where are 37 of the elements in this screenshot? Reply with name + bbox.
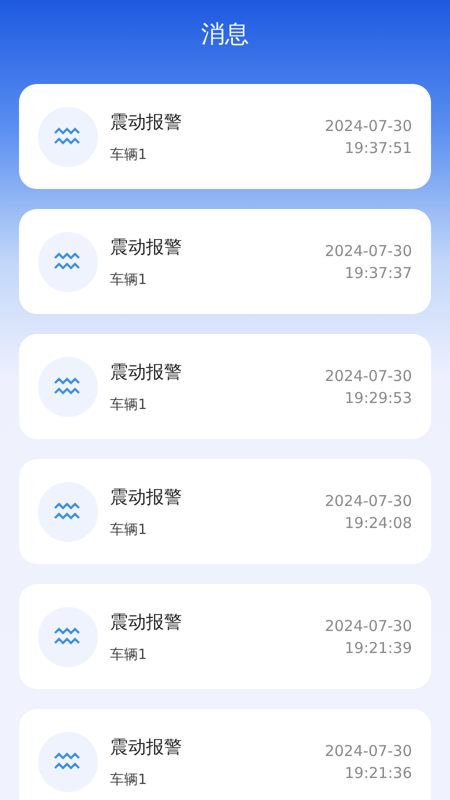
alarm-time: 19:21:39 — [344, 638, 412, 656]
message-card[interactable]: 震动报警 车辆1 2024-07-30 19:21:36 — [19, 709, 431, 800]
alarm-title: 震动报警 — [110, 236, 183, 258]
wave-icon — [38, 606, 98, 666]
alarm-time: 19:37:37 — [344, 264, 412, 282]
alarm-time: 19:21:36 — [344, 764, 412, 782]
alarm-date: 2024-07-30 — [324, 616, 412, 634]
message-card[interactable]: 震动报警 车辆1 2024-07-30 19:24:08 — [19, 459, 431, 564]
alarm-title: 震动报警 — [110, 110, 183, 134]
alarm-time: 19:37:51 — [344, 138, 412, 156]
alarm-date: 2024-07-30 — [324, 242, 412, 260]
vehicle-label: 车辆1 — [110, 646, 148, 664]
page-title: 消息 — [201, 19, 249, 50]
vehicle-label: 车辆1 — [110, 770, 148, 788]
alarm-time: 19:29:53 — [344, 388, 412, 406]
message-card[interactable]: 震动报警 车辆1 2024-07-30 19:29:53 — [19, 334, 431, 439]
wave-icon — [38, 106, 98, 166]
wave-icon — [38, 482, 98, 542]
vehicle-label: 车辆1 — [110, 520, 148, 538]
alarm-title: 震动报警 — [110, 360, 183, 384]
wave-icon — [38, 732, 98, 792]
alarm-time: 19:24:08 — [344, 514, 412, 532]
alarm-date: 2024-07-30 — [324, 366, 412, 384]
wave-icon — [38, 232, 98, 292]
message-card[interactable]: 震动报警 车辆1 2024-07-30 19:37:37 — [19, 209, 431, 314]
alarm-title: 震动报警 — [110, 736, 183, 758]
vehicle-label: 车辆1 — [110, 146, 148, 164]
alarm-date: 2024-07-30 — [324, 742, 412, 760]
vehicle-label: 车辆1 — [110, 396, 148, 414]
vehicle-label: 车辆1 — [110, 270, 148, 288]
message-card[interactable]: 震动报警 车辆1 2024-07-30 19:21:39 — [19, 584, 431, 689]
alarm-title: 震动报警 — [110, 610, 183, 634]
alarm-title: 震动报警 — [110, 486, 183, 508]
alarm-date: 2024-07-30 — [324, 492, 412, 510]
alarm-date: 2024-07-30 — [324, 116, 412, 134]
message-card[interactable]: 震动报警 车辆1 2024-07-30 19:37:51 — [19, 84, 431, 189]
wave-icon — [38, 356, 98, 416]
